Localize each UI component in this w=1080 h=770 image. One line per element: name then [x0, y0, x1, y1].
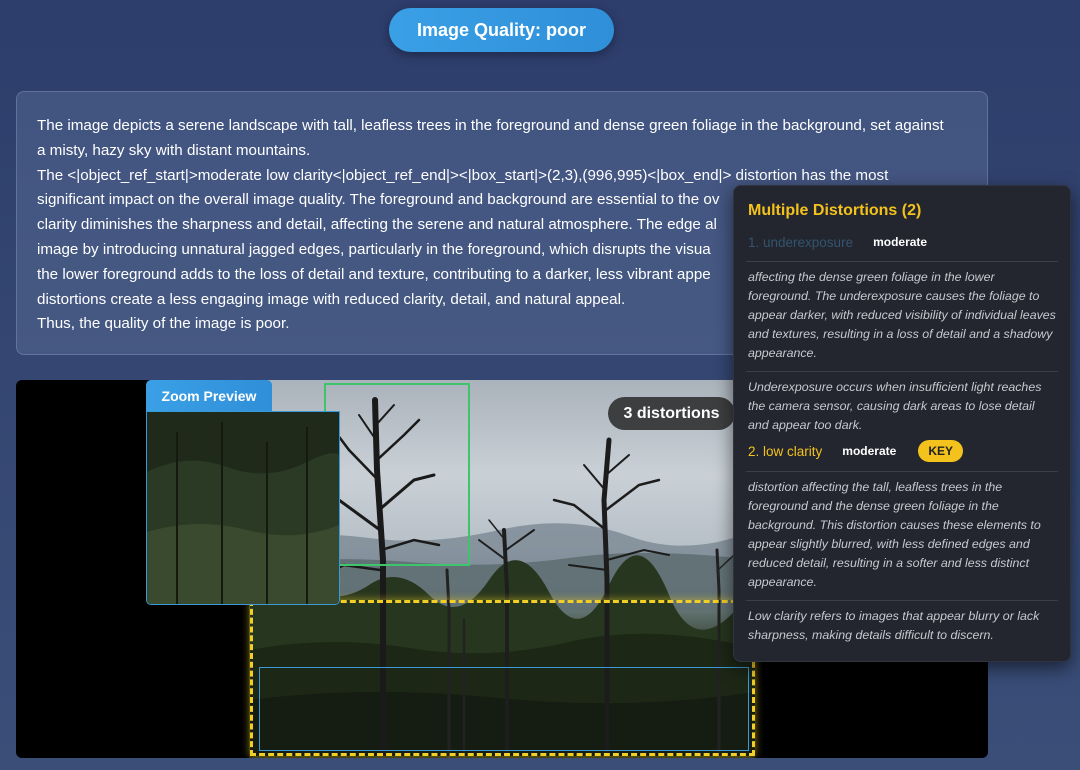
distortion-label: 1. underexposure	[748, 234, 854, 250]
divider	[746, 471, 1058, 472]
distortion-box-key[interactable]	[250, 600, 755, 756]
distortion-label: 2. low clarity	[748, 443, 823, 459]
zoom-preview-label: Zoom Preview	[146, 380, 272, 412]
description-line: a misty, hazy sky with distant mountains…	[37, 141, 311, 159]
distortion-count-badge: 3 distortions	[608, 397, 735, 430]
severity-badge: moderate	[873, 235, 928, 249]
severity-badge: moderate	[842, 444, 897, 458]
key-badge: KEY	[918, 440, 963, 462]
distortion-description: distortion affecting the tall, leafless …	[748, 480, 1041, 589]
divider	[746, 261, 1058, 262]
distortion-item-low-clarity[interactable]: 2. low clarity moderate KEY	[748, 439, 1056, 463]
distortion-description: affecting the dense green foliage in the…	[748, 270, 1056, 360]
zoom-preview-image	[147, 412, 339, 604]
divider	[746, 371, 1058, 372]
distortion-box-low-clarity[interactable]	[324, 383, 470, 566]
distortions-popup: Multiple Distortions (2) 1. underexposur…	[733, 185, 1071, 662]
distortion-item-underexposure[interactable]: 1. underexposure moderate	[748, 230, 1056, 254]
divider	[746, 600, 1058, 601]
distortion-definition: Underexposure occurs when insufficient l…	[748, 380, 1042, 432]
description-line: The image depicts a serene landscape wit…	[37, 117, 944, 134]
image-quality-badge: Image Quality: poor	[389, 8, 614, 52]
popup-title: Multiple Distortions (2)	[748, 202, 922, 219]
zoom-preview	[146, 411, 340, 605]
distortion-definition: Low clarity refers to images that appear…	[748, 609, 1040, 642]
